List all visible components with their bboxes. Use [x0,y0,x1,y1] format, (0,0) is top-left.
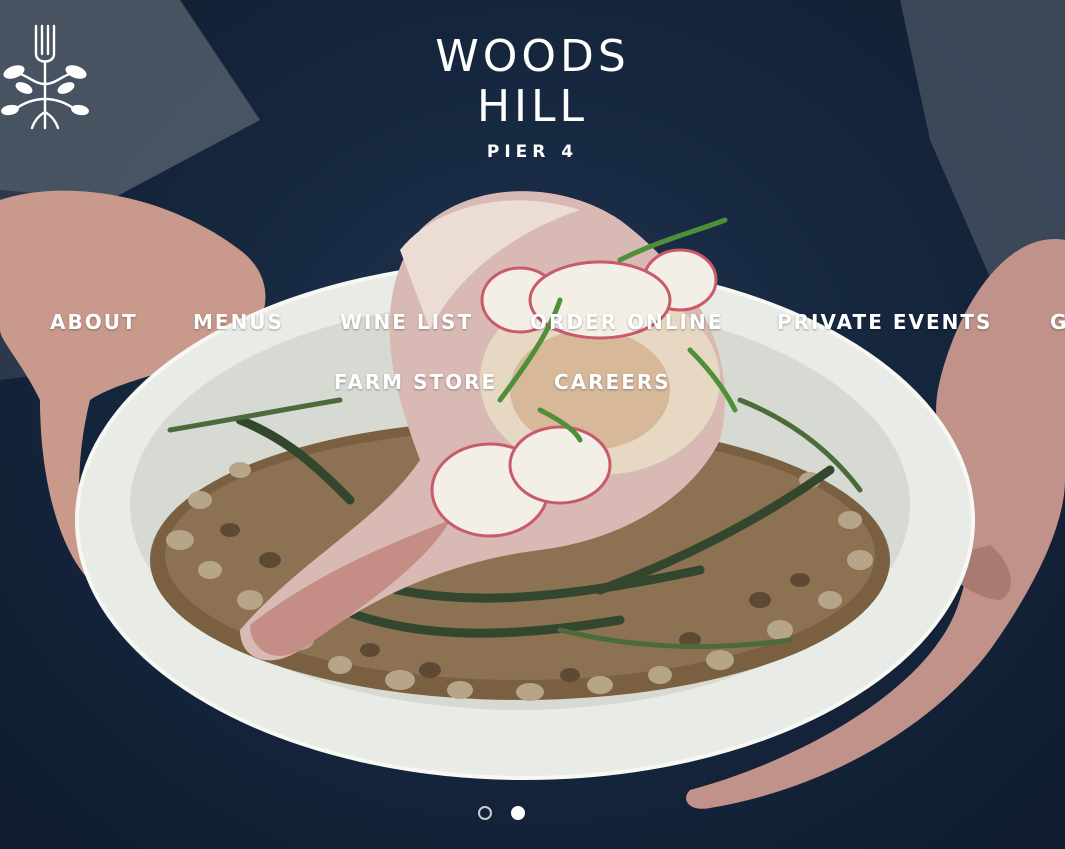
nav-item-private-events[interactable]: PRIVATE EVENTS [777,310,992,334]
brand-name-line1: WOODS [435,31,630,82]
hero-slideshow: WOODS HILL PIER 4 ABOUT MENUS WINE LIST … [0,0,1065,849]
nav-item-wine-list[interactable]: WINE LIST [340,310,473,334]
nav-item-truncated[interactable]: G [1050,310,1065,334]
brand-logo[interactable]: WOODS HILL PIER 4 [0,24,1065,162]
fork-tree-logo-icon [1,24,89,130]
slider-dot-1[interactable] [478,806,492,820]
slider-dot-2-active[interactable] [511,806,525,820]
nav-item-menus[interactable]: MENUS [193,310,284,334]
nav-item-order-online[interactable]: ORDER ONLINE [530,310,723,334]
nav-item-about[interactable]: ABOUT [50,310,138,334]
main-nav: ABOUT MENUS WINE LIST ORDER ONLINE PRIVA… [0,308,1065,408]
slider-pagination [0,806,1065,822]
nav-item-farm-store[interactable]: FARM STORE [334,370,497,394]
brand-location: PIER 4 [486,142,579,162]
nav-item-careers[interactable]: CAREERS [554,370,671,394]
brand-name-line2: HILL [476,81,589,132]
